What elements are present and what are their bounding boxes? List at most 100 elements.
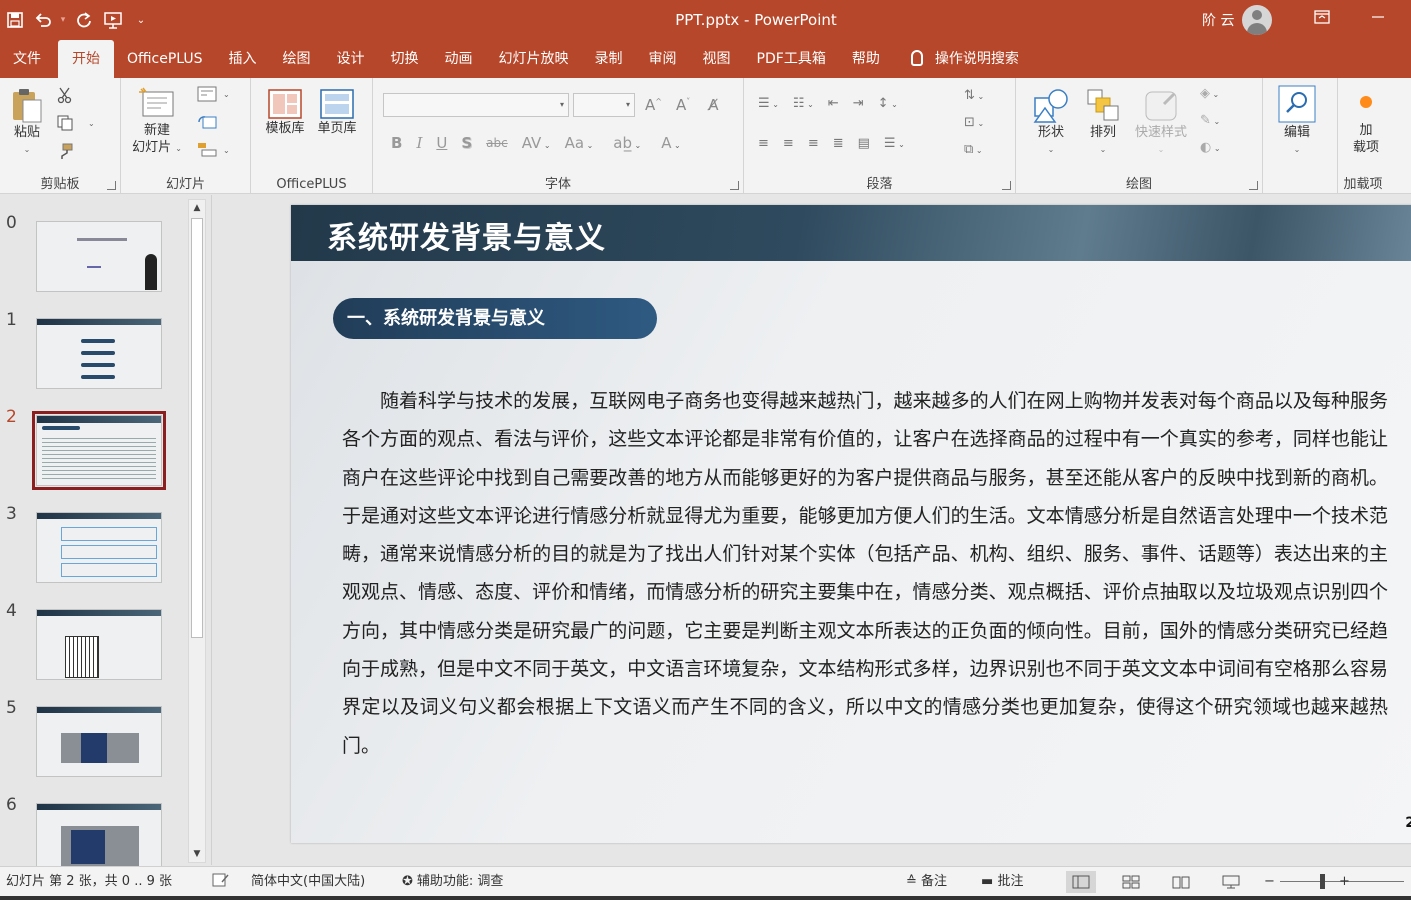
shape-outline-icon[interactable]: ✎ ⌄ xyxy=(1200,113,1220,128)
highlight-button[interactable]: ab̲ ⌄ xyxy=(613,134,641,152)
zoom-out-button[interactable]: − xyxy=(1264,867,1275,897)
increase-indent-icon[interactable]: ⇥ xyxy=(853,96,864,111)
thumbnail-slide-6[interactable]: 6 xyxy=(0,777,190,874)
align-left-icon[interactable]: ≡ xyxy=(758,136,769,151)
slideshow-view-icon[interactable] xyxy=(1216,871,1246,893)
slide-thumbnail-selected[interactable] xyxy=(32,411,166,490)
tab-slideshow[interactable]: 幻灯片放映 xyxy=(486,40,582,78)
new-slide-button[interactable]: 新建 幻灯片 ⌄ xyxy=(129,86,185,157)
zoom-in-button[interactable]: + xyxy=(1339,867,1350,897)
shadow-button[interactable]: S xyxy=(461,134,472,152)
section-pill[interactable]: 一、系统研发背景与意义 xyxy=(333,298,657,339)
clear-formatting-icon[interactable]: A̸ xyxy=(708,96,718,114)
thumbnail-slide-1[interactable]: 1 xyxy=(0,292,190,389)
new-slide-dropdown-icon[interactable]: ⌄ xyxy=(175,144,182,153)
scrollbar-thumb[interactable] xyxy=(191,218,203,638)
tab-help[interactable]: 帮助 xyxy=(839,40,893,78)
tab-pdf-toolbox[interactable]: PDF工具箱 xyxy=(744,40,839,78)
slide-thumbnail[interactable] xyxy=(36,706,162,777)
distributed-icon[interactable]: ▤ xyxy=(858,136,870,151)
template-library-button[interactable]: 模板库 xyxy=(261,88,309,137)
line-spacing-icon[interactable]: ↕ ⌄ xyxy=(878,96,898,111)
align-text-icon[interactable]: ⊡ ⌄ xyxy=(964,115,984,130)
addins-button[interactable]: 加 载项 xyxy=(1346,96,1386,156)
slide-title[interactable]: 系统研发背景与意义 xyxy=(327,213,606,257)
copy-dropdown-icon[interactable]: ⌄ xyxy=(88,119,95,128)
tab-record[interactable]: 录制 xyxy=(582,40,636,78)
tab-file[interactable]: 文件 xyxy=(0,40,54,78)
minimize-icon[interactable] xyxy=(1358,0,1398,34)
thumbnail-slide-5[interactable]: 5 xyxy=(0,680,190,777)
decrease-font-icon[interactable]: A˅ xyxy=(676,96,690,114)
section-button[interactable]: ⌄ xyxy=(197,142,230,158)
tab-review[interactable]: 审阅 xyxy=(636,40,690,78)
zoom-slider-thumb[interactable] xyxy=(1320,874,1325,889)
clipboard-launcher-icon[interactable] xyxy=(107,181,116,190)
convert-smartart-icon[interactable]: ⧉ ⌄ xyxy=(964,142,983,157)
accessibility-status[interactable]: ✪ 辅助功能: 调查 xyxy=(402,867,503,897)
slide-thumbnail[interactable] xyxy=(36,318,162,389)
tab-design[interactable]: 设计 xyxy=(324,40,378,78)
slide-thumbnail[interactable] xyxy=(36,221,162,292)
language-status[interactable]: 简体中文(中国大陆) xyxy=(251,867,365,897)
thumbnail-scrollbar[interactable]: ▲ ▼ xyxy=(188,199,206,863)
text-direction-icon[interactable]: ⇅ ⌄ xyxy=(964,88,984,103)
avatar[interactable] xyxy=(1242,5,1273,35)
editing-button[interactable]: 编辑 ⌄ xyxy=(1275,84,1319,158)
bullets-icon[interactable]: ☰ ⌄ xyxy=(758,96,779,111)
layout-button[interactable]: ⌄ xyxy=(197,86,230,102)
slide-sorter-view-icon[interactable] xyxy=(1116,871,1146,893)
char-spacing-button[interactable]: AV ⌄ xyxy=(522,134,551,152)
normal-view-icon[interactable] xyxy=(1066,871,1096,893)
copy-button[interactable]: ⌄ xyxy=(56,114,95,132)
shape-fill-icon[interactable]: ◈ ⌄ xyxy=(1200,86,1219,101)
decrease-indent-icon[interactable]: ⇤ xyxy=(828,96,839,111)
slide-thumbnail[interactable] xyxy=(36,803,162,874)
current-slide[interactable]: 系统研发背景与意义 一、系统研发背景与意义 随着科学与技术的发展，互联网电子商务… xyxy=(291,205,1411,843)
paragraph-launcher-icon[interactable] xyxy=(1002,181,1011,190)
italic-button[interactable]: I xyxy=(416,134,422,152)
bold-button[interactable]: B xyxy=(391,134,402,152)
comments-button[interactable]: ▬ 批注 xyxy=(981,867,1023,897)
font-size-combo[interactable]: ▾ xyxy=(573,93,635,117)
shape-effects-icon[interactable]: ◐ ⌄ xyxy=(1200,140,1221,155)
shapes-button[interactable]: 形状 ⌄ xyxy=(1028,86,1074,158)
quick-styles-button[interactable]: 快速样式 ⌄ xyxy=(1130,86,1192,158)
drawing-launcher-icon[interactable] xyxy=(1249,181,1258,190)
font-launcher-icon[interactable] xyxy=(730,181,739,190)
increase-font-icon[interactable]: A^ xyxy=(645,96,662,114)
format-painter-button[interactable] xyxy=(56,142,74,160)
tab-insert[interactable]: 插入 xyxy=(216,40,270,78)
font-name-combo[interactable]: ▾ xyxy=(383,93,569,117)
thumbnail-slide-3[interactable]: 3 xyxy=(0,486,190,583)
thumbnail-slide-0[interactable]: 0 xyxy=(0,195,190,292)
tab-transitions[interactable]: 切换 xyxy=(378,40,432,78)
paste-button[interactable]: 粘贴 ⌄ xyxy=(6,86,48,158)
notes-button[interactable]: ≙ 备注 xyxy=(906,867,947,897)
tab-view[interactable]: 视图 xyxy=(690,40,744,78)
thumbnail-slide-4[interactable]: 4 xyxy=(0,583,190,680)
justify-icon[interactable]: ≣ xyxy=(833,136,844,151)
columns-icon[interactable]: ☰ ⌄ xyxy=(884,136,905,151)
scroll-down-arrow-icon[interactable]: ▼ xyxy=(189,846,205,862)
underline-button[interactable]: U xyxy=(436,134,447,152)
tab-draw[interactable]: 绘图 xyxy=(270,40,324,78)
slide-thumbnail[interactable] xyxy=(36,609,162,680)
align-center-icon[interactable]: ≡ xyxy=(783,136,794,151)
grow-shrink-font[interactable]: A^ A˅ A̸ xyxy=(645,96,719,114)
slide-thumbnail-pane[interactable]: 0 1 2 3 4 5 6 ▲ ▼ xyxy=(0,195,212,874)
single-page-library-button[interactable]: 单页库 xyxy=(313,88,361,137)
numbering-icon[interactable]: ☷ ⌄ xyxy=(793,96,814,111)
ribbon-display-options-icon[interactable] xyxy=(1302,0,1342,34)
tab-animations[interactable]: 动画 xyxy=(432,40,486,78)
slide-body-text[interactable]: 随着科学与技术的发展，互联网电子商务也变得越来越热门，越来越多的人们在网上购物并… xyxy=(342,382,1388,765)
tab-officeplus[interactable]: OfficePLUS xyxy=(114,40,216,78)
slide-thumbnail[interactable] xyxy=(36,512,162,583)
slide-count-status[interactable]: 幻灯片 第 2 张，共 0 .. 9 张 xyxy=(6,867,172,897)
scroll-up-arrow-icon[interactable]: ▲ xyxy=(189,200,205,216)
strikethrough-button[interactable]: abc xyxy=(486,136,508,150)
paste-dropdown-icon[interactable]: ⌄ xyxy=(24,141,31,158)
align-right-icon[interactable]: ≡ xyxy=(808,136,819,151)
account-area[interactable]: 阶 云 xyxy=(1202,0,1273,40)
tell-me-search[interactable]: 操作说明搜索 xyxy=(893,40,1032,78)
